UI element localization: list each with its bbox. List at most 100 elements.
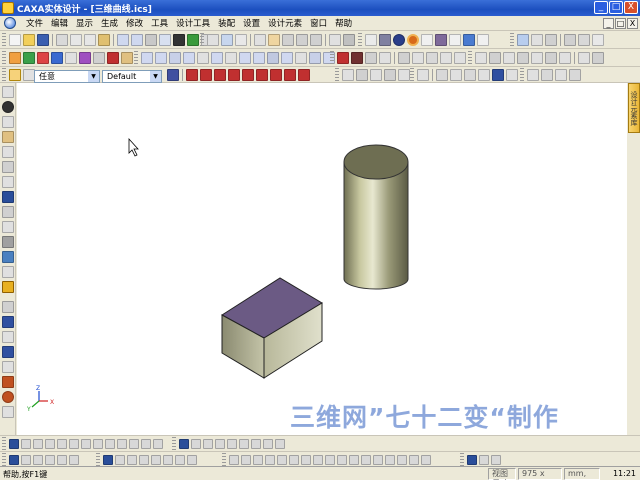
walk-view-icon[interactable] bbox=[2, 236, 14, 248]
split-icon[interactable] bbox=[559, 52, 571, 64]
tool-i-icon[interactable] bbox=[541, 69, 553, 81]
bottom-tool-6-icon[interactable] bbox=[69, 439, 79, 449]
extend-surface-icon[interactable] bbox=[197, 52, 209, 64]
dynamic-rotate-icon[interactable] bbox=[207, 34, 219, 46]
zoom-extents-icon[interactable] bbox=[2, 176, 14, 188]
bottom-tool-50-icon[interactable] bbox=[385, 455, 395, 465]
sketch-icon[interactable] bbox=[2, 301, 14, 313]
texture-icon[interactable] bbox=[578, 34, 590, 46]
blend-surface-icon[interactable] bbox=[225, 52, 237, 64]
bottom-tool-26-icon[interactable] bbox=[45, 455, 55, 465]
document-icon[interactable] bbox=[4, 17, 16, 29]
doc-minimize-button[interactable]: _ bbox=[603, 18, 614, 29]
maximize-button[interactable]: □ bbox=[609, 1, 623, 14]
chevron-down-icon[interactable]: ▼ bbox=[150, 71, 161, 82]
style-select[interactable]: Default ▼ bbox=[102, 70, 162, 83]
bottom-tool-52-icon[interactable] bbox=[409, 455, 419, 465]
look-at-icon[interactable] bbox=[329, 34, 341, 46]
redo-icon[interactable] bbox=[131, 34, 143, 46]
polygon-icon[interactable] bbox=[2, 376, 14, 388]
bottom-tool-20-icon[interactable] bbox=[251, 439, 261, 449]
bottom-tool-54-icon[interactable] bbox=[467, 455, 477, 465]
title-bar[interactable]: CAXA实体设计 - [三维曲线.ics] _ □ X bbox=[0, 0, 640, 16]
scene-tree-icon[interactable] bbox=[167, 69, 179, 81]
open-file-icon[interactable] bbox=[23, 34, 35, 46]
bottom-tool-23-icon[interactable] bbox=[9, 455, 19, 465]
mate-icon[interactable] bbox=[412, 52, 424, 64]
toolbar-grip[interactable] bbox=[520, 68, 524, 82]
hand-view-icon[interactable] bbox=[2, 116, 14, 128]
extrude-icon[interactable] bbox=[9, 52, 21, 64]
triball-icon[interactable] bbox=[592, 52, 604, 64]
tool-b-icon[interactable] bbox=[436, 69, 448, 81]
shell-icon[interactable] bbox=[93, 52, 105, 64]
bottom-tool-47-icon[interactable] bbox=[349, 455, 359, 465]
zoom-icon[interactable] bbox=[282, 34, 294, 46]
color-red-8-icon[interactable] bbox=[284, 69, 296, 81]
bottom-tool-17-icon[interactable] bbox=[215, 439, 225, 449]
display-toggle-icon[interactable] bbox=[463, 34, 475, 46]
scissors-icon[interactable] bbox=[159, 34, 171, 46]
zoom-in-icon[interactable] bbox=[2, 161, 14, 173]
color-red-3-icon[interactable] bbox=[214, 69, 226, 81]
bottom-tool-10-icon[interactable] bbox=[117, 439, 127, 449]
bottom-tool-8-icon[interactable] bbox=[93, 439, 103, 449]
color-red-6-icon[interactable] bbox=[256, 69, 268, 81]
explode-icon[interactable] bbox=[440, 52, 452, 64]
app-logo-icon[interactable] bbox=[2, 2, 14, 14]
color-red-5-icon[interactable] bbox=[242, 69, 254, 81]
magnifier-icon[interactable] bbox=[2, 146, 14, 158]
view-direction-icon[interactable] bbox=[221, 34, 233, 46]
align-icon[interactable] bbox=[398, 52, 410, 64]
render-icon[interactable] bbox=[187, 34, 199, 46]
bottom-tool-18-icon[interactable] bbox=[227, 439, 237, 449]
print-icon[interactable] bbox=[56, 34, 68, 46]
bottom-tool-30-icon[interactable] bbox=[115, 455, 125, 465]
bottom-tool-27-icon[interactable] bbox=[57, 455, 67, 465]
trim-surface-icon[interactable] bbox=[183, 52, 195, 64]
bottom-tool-34-icon[interactable] bbox=[163, 455, 173, 465]
bom-icon[interactable] bbox=[454, 52, 466, 64]
curve-icon[interactable] bbox=[239, 52, 251, 64]
orbit-icon[interactable] bbox=[235, 34, 247, 46]
menu-modify[interactable]: 修改 bbox=[122, 17, 147, 29]
tool-j-icon[interactable] bbox=[555, 69, 567, 81]
bottom-tool-29-icon[interactable] bbox=[103, 455, 113, 465]
eye-icon[interactable] bbox=[2, 101, 14, 113]
pan-icon[interactable] bbox=[254, 34, 266, 46]
link-icon[interactable] bbox=[145, 34, 157, 46]
bottom-tool-33-icon[interactable] bbox=[151, 455, 161, 465]
arc-icon[interactable] bbox=[2, 361, 14, 373]
position-2-icon[interactable] bbox=[356, 69, 368, 81]
toolbar-grip[interactable] bbox=[2, 453, 6, 467]
bottom-tool-22-icon[interactable] bbox=[275, 439, 285, 449]
bottom-tool-25-icon[interactable] bbox=[33, 455, 43, 465]
bottom-tool-46-icon[interactable] bbox=[337, 455, 347, 465]
bottom-tool-55-icon[interactable] bbox=[479, 455, 489, 465]
menu-help[interactable]: 帮助 bbox=[331, 17, 356, 29]
active-tool-icon[interactable] bbox=[2, 281, 14, 293]
bottom-tool-28-icon[interactable] bbox=[69, 455, 79, 465]
bottom-tool-14-icon[interactable] bbox=[179, 439, 189, 449]
menu-generate[interactable]: 生成 bbox=[97, 17, 122, 29]
color-red-1-icon[interactable] bbox=[186, 69, 198, 81]
bottom-tool-40-icon[interactable] bbox=[265, 455, 275, 465]
bottom-tool-7-icon[interactable] bbox=[81, 439, 91, 449]
helix-icon[interactable] bbox=[267, 52, 279, 64]
tool-e-icon[interactable] bbox=[478, 69, 490, 81]
bottom-tool-49-icon[interactable] bbox=[373, 455, 383, 465]
close-button[interactable]: X bbox=[624, 1, 638, 14]
bottom-tool-53-icon[interactable] bbox=[421, 455, 431, 465]
draft-icon[interactable] bbox=[107, 52, 119, 64]
fly-icon[interactable] bbox=[2, 251, 14, 263]
bottom-tool-56-icon[interactable] bbox=[491, 455, 501, 465]
surface-icon[interactable] bbox=[141, 52, 153, 64]
delete-icon[interactable] bbox=[545, 52, 557, 64]
bottom-tool-11-icon[interactable] bbox=[129, 439, 139, 449]
bottom-tool-2-icon[interactable] bbox=[21, 439, 31, 449]
toolbar-grip[interactable] bbox=[510, 33, 514, 47]
bottom-tool-42-icon[interactable] bbox=[289, 455, 299, 465]
save-icon[interactable] bbox=[37, 34, 49, 46]
bottom-tool-19-icon[interactable] bbox=[239, 439, 249, 449]
bottom-tool-21-icon[interactable] bbox=[263, 439, 273, 449]
